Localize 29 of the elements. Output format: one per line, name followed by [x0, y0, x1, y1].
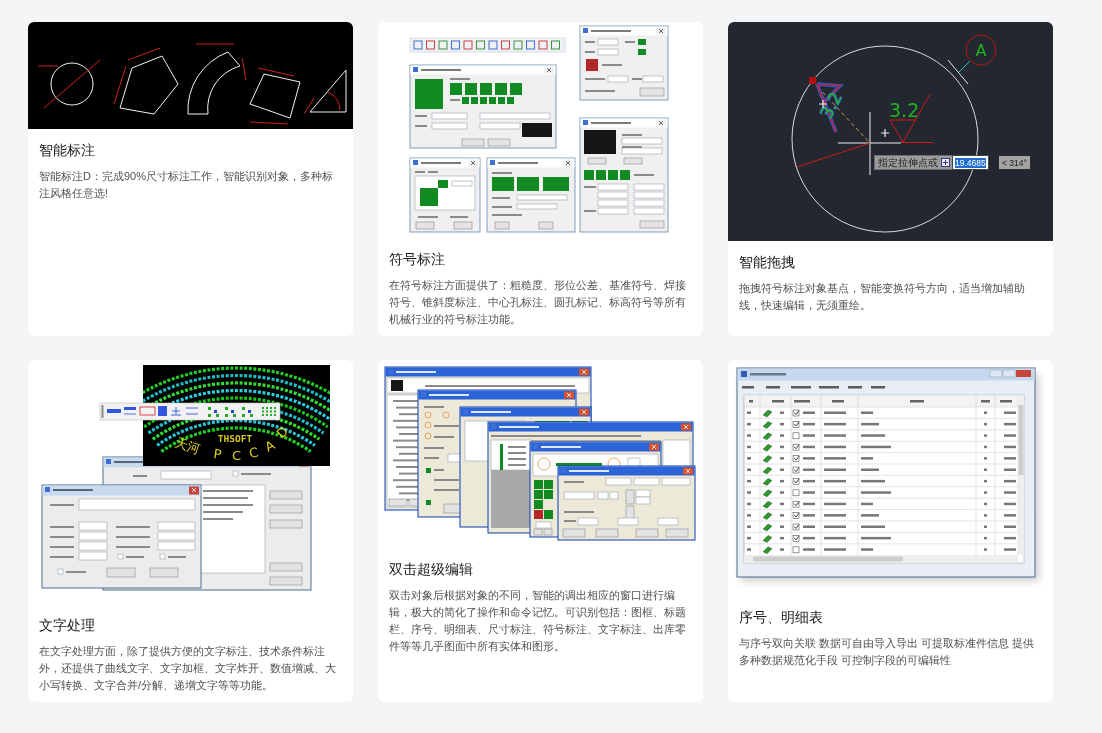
- prompt-text: 指定拉伸点或: [878, 156, 938, 169]
- feature-description: 在文字处理方面，除了提供方便的文字标注、技术条件标注外，还提供了曲线文字、文字加框、文字炸开、数值增减、大小写转换、文字合并/分解、递增文字等等功能。: [38, 644, 337, 693]
- feature-title: 双击超级编辑: [388, 560, 474, 579]
- datum-letter: A: [975, 41, 987, 60]
- feature-description: 在符号标注方面提供了：粗糙度、形位公差、基准符号、焊接符号、锥斜度标注、中心孔标注、圆孔标记、标高符号等所有机械行业的符号标注功能。: [388, 278, 687, 327]
- feature-description: 智能标注D：完成90%尺寸标注工作，智能识别对象，多种标注风格任意选!: [38, 169, 334, 201]
- feature-description: 与序号双向关联 数据可自由导入导出 可提取标准件信息 提供多种数据规范化手段 可控制字段的可编辑性: [738, 636, 1036, 668]
- feature-title: 符号标注: [388, 250, 446, 269]
- arc-text-part: C: [247, 444, 260, 461]
- feature-title: 智能标注: [38, 141, 96, 160]
- datum-leader-line: [958, 60, 971, 73]
- feature-title: 文字处理: [38, 616, 96, 635]
- datum-circle: [965, 34, 997, 66]
- grip-point-marker: [809, 77, 816, 84]
- feature-description: 双击对象后根据对象的不同，智能的调出相应的窗口进行编辑，极大的简化了操作和命令记忆。可识别包括：图框、标题栏、序号、明细表、尺寸标注、符号标注、文字标注、出库零件等等几乎图面中所有实体和图形。: [388, 588, 687, 654]
- feature-description: 拖拽符号标注对象基点，智能变换符号方向，适当增加辅助线，快速编辑，无须重绘。: [738, 281, 1026, 313]
- feature-title: 智能拖拽: [738, 253, 796, 272]
- brand-text: THSOFT: [217, 433, 253, 444]
- length-input-field: 19.4685: [952, 155, 989, 170]
- leader-line: [900, 142, 934, 143]
- expand-icon: [941, 158, 950, 167]
- angle-field: < 314°: [998, 155, 1031, 170]
- plus-marker-icon: [880, 128, 890, 138]
- extension-line: [947, 59, 969, 85]
- arc-text-part: 天河: [173, 434, 203, 457]
- arc-text-part: C: [232, 448, 242, 463]
- feature-title: 序号、明细表: [738, 608, 824, 627]
- plus-marker-icon: [818, 99, 828, 109]
- arc-text-part: P: [212, 446, 223, 463]
